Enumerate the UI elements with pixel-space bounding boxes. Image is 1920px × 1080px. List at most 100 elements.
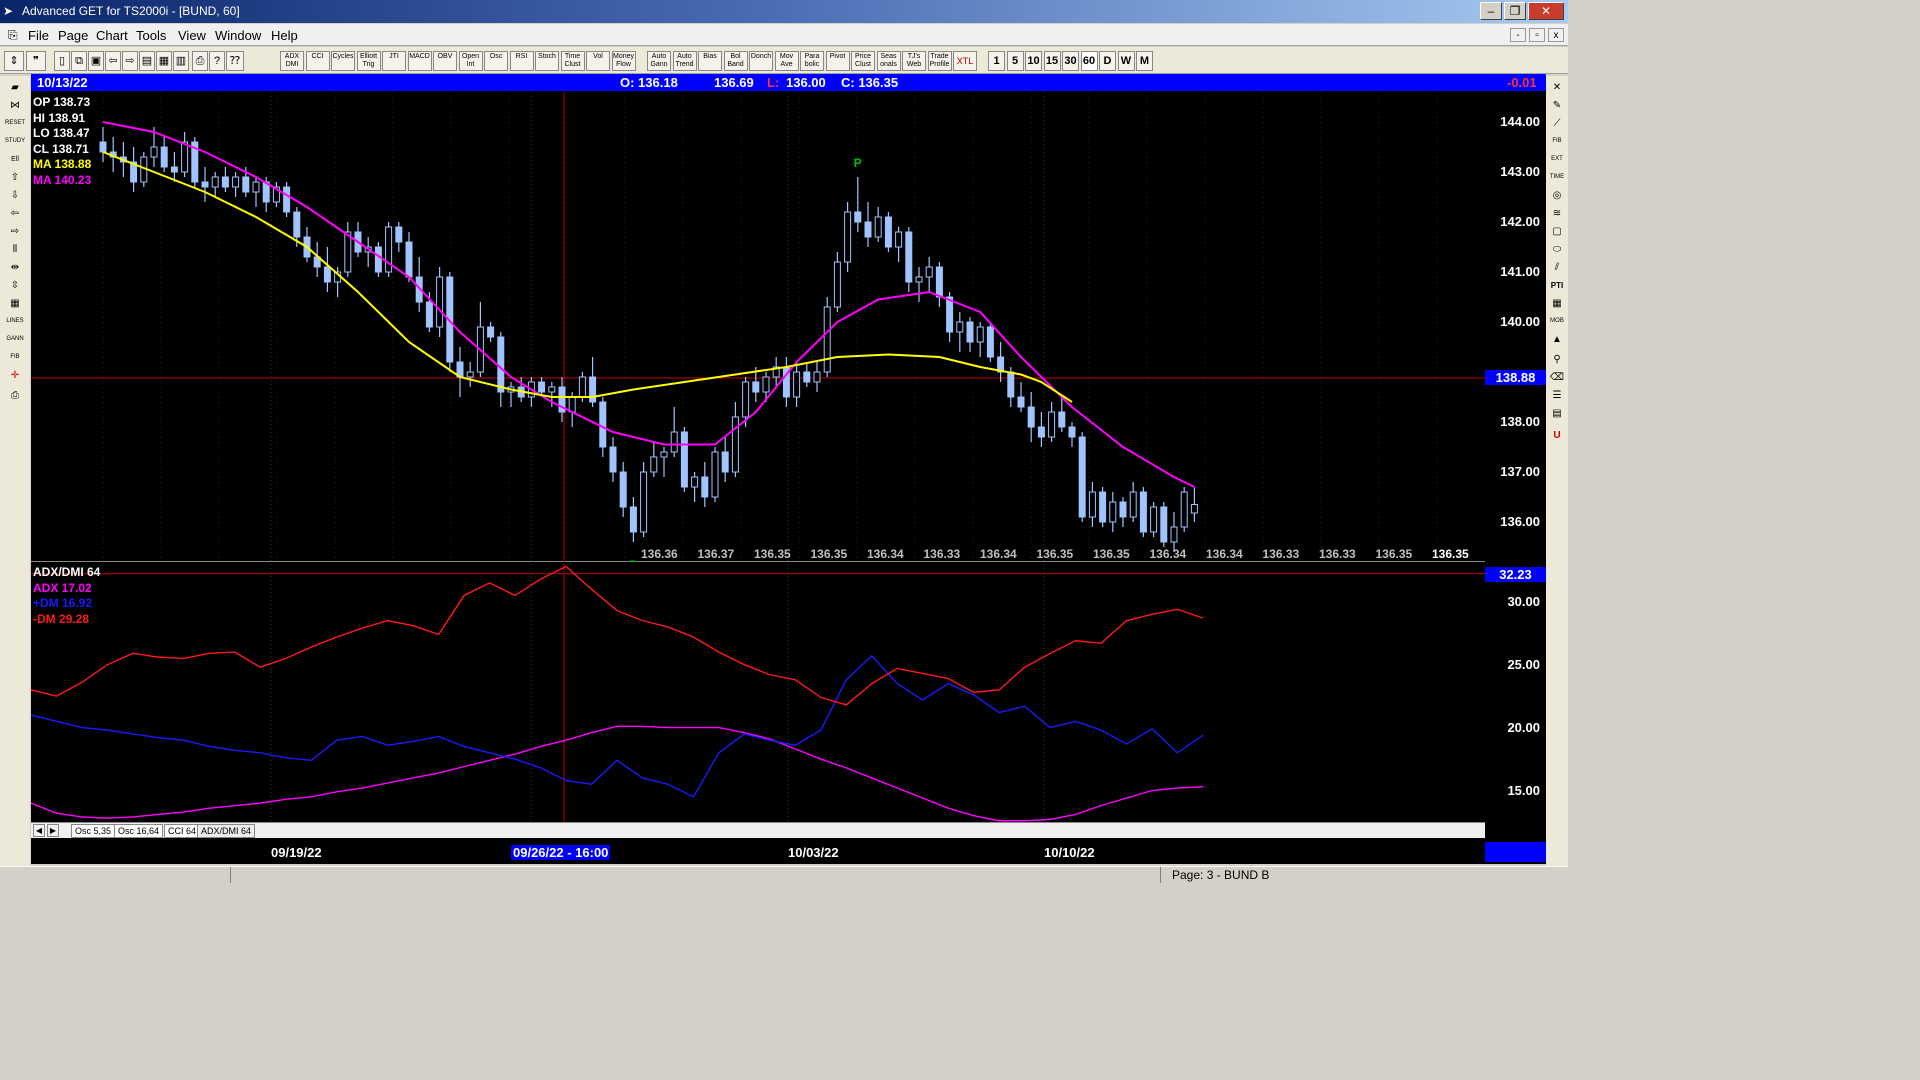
close-button[interactable]: ✕ xyxy=(1528,2,1564,20)
fib-time-icon[interactable]: TIME xyxy=(1546,170,1568,186)
ruler-icon[interactable]: ▤ xyxy=(1546,406,1568,422)
menu-window[interactable]: Window xyxy=(215,28,261,43)
save-icon[interactable]: ▣ xyxy=(88,51,104,71)
mob-icon[interactable]: MOB xyxy=(1546,314,1568,330)
oscillator-axis[interactable]: 30.00 25.00 20.00 15.00 32.23 xyxy=(1485,564,1546,822)
menu-help[interactable]: Help xyxy=(271,28,298,43)
indicator-button[interactable]: Stoch xyxy=(535,51,559,71)
cross-icon[interactable]: ✕ xyxy=(1546,80,1568,96)
period-button[interactable]: D xyxy=(1099,51,1116,71)
gann-icon[interactable]: GANN xyxy=(4,332,26,348)
indicator-button[interactable]: CCI xyxy=(305,51,330,71)
triangle-icon[interactable]: ▲ xyxy=(1546,332,1568,348)
reset-icon[interactable]: RESET xyxy=(4,116,26,132)
pattern-icon[interactable]: ⋈ xyxy=(4,98,26,114)
menu-file[interactable]: File xyxy=(28,28,49,43)
arrow-right-icon[interactable]: ⇨ xyxy=(4,224,26,240)
undo-icon[interactable]: U xyxy=(1546,428,1568,444)
pti-icon[interactable]: PTI xyxy=(1546,278,1568,294)
expand-h-icon[interactable]: ⇹ xyxy=(4,260,26,276)
grid-icon[interactable]: ▦ xyxy=(156,51,172,71)
indicator-button[interactable]: Donch xyxy=(749,51,773,71)
expand-v-icon[interactable]: ⇳ xyxy=(4,278,26,294)
minimize-button[interactable]: ‒ xyxy=(1480,2,1502,20)
arrow-left-icon[interactable]: ⇦ xyxy=(4,206,26,222)
period-button[interactable]: 60 xyxy=(1080,51,1098,71)
eraser-icon[interactable]: ⌫ xyxy=(1546,370,1568,386)
pencil-icon[interactable]: ✎ xyxy=(1546,98,1568,114)
crosshair-icon[interactable]: ✛ xyxy=(4,368,26,384)
price-chart[interactable]: P P 136.36 136.37 136.35 136.35 136.34 136.33 13… xyxy=(31,92,1496,572)
fib-icon[interactable]: FIB xyxy=(4,350,26,366)
indicator-button[interactable]: Bol Band xyxy=(723,51,748,71)
tab-scroll-left-icon[interactable]: ◀ xyxy=(33,824,45,837)
tab-cci-64[interactable]: CCI 64 xyxy=(164,824,201,838)
period-button[interactable]: 5 xyxy=(1006,51,1024,71)
menu-page[interactable]: Page xyxy=(58,28,88,43)
fib-ret-icon[interactable]: FIB xyxy=(1546,134,1568,150)
indicator-button[interactable]: ADX DMI xyxy=(280,51,304,71)
elliott-icon[interactable]: Ell xyxy=(4,152,26,168)
indicator-button[interactable]: Osc xyxy=(484,51,508,71)
period-button[interactable]: 1 xyxy=(988,51,1005,71)
indicator-button[interactable]: Trade Profile xyxy=(927,51,952,71)
tab-adx-dmi-64[interactable]: ADX/DMI 64 xyxy=(197,824,256,838)
indicator-button[interactable]: Bias xyxy=(698,51,722,71)
forward-icon[interactable]: ⇨ xyxy=(122,51,138,71)
new-icon[interactable]: ▯ xyxy=(54,51,70,71)
indicator-button[interactable]: Para bolic xyxy=(800,51,824,71)
period-button[interactable]: W xyxy=(1117,51,1135,71)
box-icon[interactable]: ▢ xyxy=(1546,224,1568,240)
lines-icon[interactable]: LINES xyxy=(4,314,26,330)
menu-tools[interactable]: Tools xyxy=(136,28,166,43)
mdi-minimize-button[interactable]: - xyxy=(1510,28,1526,42)
indicator-button[interactable]: OBV xyxy=(433,51,457,71)
indicator-button[interactable]: RSI xyxy=(509,51,534,71)
indicator-button[interactable]: MACD xyxy=(407,51,432,71)
study-icon[interactable]: STUDY xyxy=(4,134,26,150)
ellipse-icon[interactable]: ⬭ xyxy=(1546,242,1568,258)
indicator-button[interactable]: XTL xyxy=(953,51,977,71)
table-icon[interactable]: ▦ xyxy=(4,296,26,312)
price-axis[interactable]: 144.00 143.00 142.00 141.00 140.00 138.00 137.… xyxy=(1485,92,1546,562)
bulb-icon[interactable]: ? xyxy=(209,51,225,71)
circle-icon[interactable]: ◎ xyxy=(1546,188,1568,204)
arrow-up-icon[interactable]: ⇧ xyxy=(4,170,26,186)
help-cursor-icon[interactable]: ⁇ xyxy=(226,51,244,71)
indicator-button[interactable]: Seas onals xyxy=(876,51,901,71)
pointer-icon[interactable]: ⇕ xyxy=(4,51,24,71)
arrow-down-icon[interactable]: ⇩ xyxy=(4,188,26,204)
indicator-button[interactable]: Auto Gann xyxy=(647,51,671,71)
tab-scroll-right-icon[interactable]: ▶ xyxy=(47,824,59,837)
indicator-button[interactable]: Cycles xyxy=(331,51,355,71)
price-pane[interactable]: P P 136.36 136.37 136.35 136.35 136.34 136.33 13… xyxy=(31,92,1496,572)
menu-chart[interactable]: Chart xyxy=(96,28,128,43)
maximize-button[interactable]: ❐ xyxy=(1504,2,1526,20)
copy-icon[interactable]: ⧉ xyxy=(71,51,87,71)
period-button[interactable]: 15 xyxy=(1043,51,1061,71)
fan-icon[interactable]: ≋ xyxy=(1546,206,1568,222)
indicator-button[interactable]: Price Clust xyxy=(851,51,875,71)
app-icon[interactable]: ➤ xyxy=(3,4,13,18)
mdi-close-button[interactable]: x xyxy=(1548,28,1564,42)
indicator-button[interactable]: JTI xyxy=(382,51,406,71)
fib-ext-icon[interactable]: EXT xyxy=(1546,152,1568,168)
back-icon[interactable]: ⇦ xyxy=(105,51,121,71)
doc-icon[interactable]: ⎘ xyxy=(8,28,18,43)
layout-icon[interactable]: ▤ xyxy=(139,51,155,71)
adx-dmi-chart[interactable] xyxy=(30,564,1485,822)
indicator-button[interactable]: Mov Ave xyxy=(774,51,799,71)
channel-icon[interactable]: ⫽ xyxy=(1546,260,1568,276)
mdi-restore-button[interactable]: ▫ xyxy=(1529,28,1545,42)
oscillator-pane[interactable]: ADX/DMI 64 ADX 17.02 +DM 16.92 -DM 29.28 xyxy=(30,564,1485,822)
indicator-button[interactable]: Time Clust xyxy=(560,51,585,71)
period-button[interactable]: 10 xyxy=(1025,51,1042,71)
menu-view[interactable]: View xyxy=(178,28,206,43)
period-button[interactable]: 30 xyxy=(1062,51,1079,71)
indicator-button[interactable]: TJ's Web xyxy=(902,51,926,71)
indicator-button[interactable]: Vol xyxy=(586,51,610,71)
period-button[interactable]: M xyxy=(1136,51,1153,71)
tile-icon[interactable]: ▥ xyxy=(173,51,189,71)
tab-osc-16-64[interactable]: Osc 16,64 xyxy=(114,824,164,838)
folder-icon[interactable]: ▰ xyxy=(4,80,26,96)
